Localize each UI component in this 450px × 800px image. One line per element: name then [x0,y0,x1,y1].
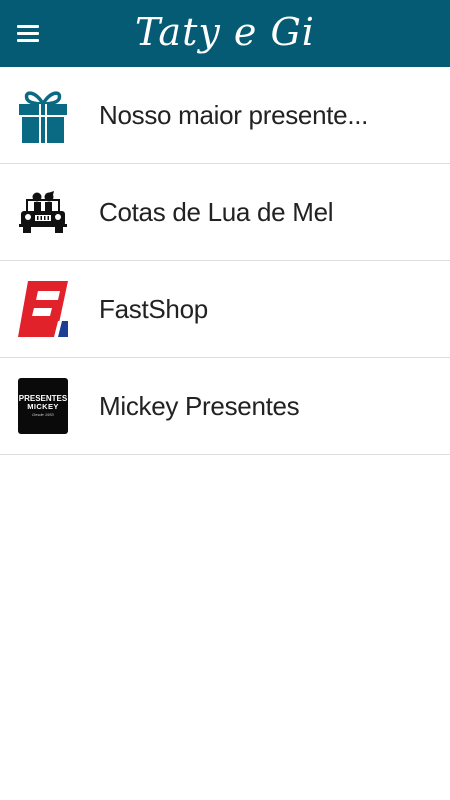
gift-list: Nosso maior presente... Cotas de Lua de … [0,67,450,455]
list-item-fastshop[interactable]: FastShop [0,261,450,358]
gift-icon [17,87,69,143]
app-bar: Taty e Gi [0,0,450,67]
app-title: Taty e Gi [135,10,315,54]
list-item-label: Nosso maior presente... [99,100,369,130]
list-item-label: Cotas de Lua de Mel [99,197,334,227]
list-item-cotas-lua-de-mel[interactable]: Cotas de Lua de Mel [0,164,450,261]
list-item-nosso-maior-presente[interactable]: Nosso maior presente... [0,67,450,164]
list-item-label: FastShop [99,294,208,324]
fastshop-logo-icon [17,281,69,337]
list-item-mickey-presentes[interactable]: PRESENTES MICKEY Desde 1953 Mickey Prese… [0,358,450,455]
car-couple-icon [17,184,69,240]
mickey-presentes-logo: PRESENTES MICKEY Desde 1953 [17,378,69,434]
list-item-label: Mickey Presentes [99,391,300,421]
